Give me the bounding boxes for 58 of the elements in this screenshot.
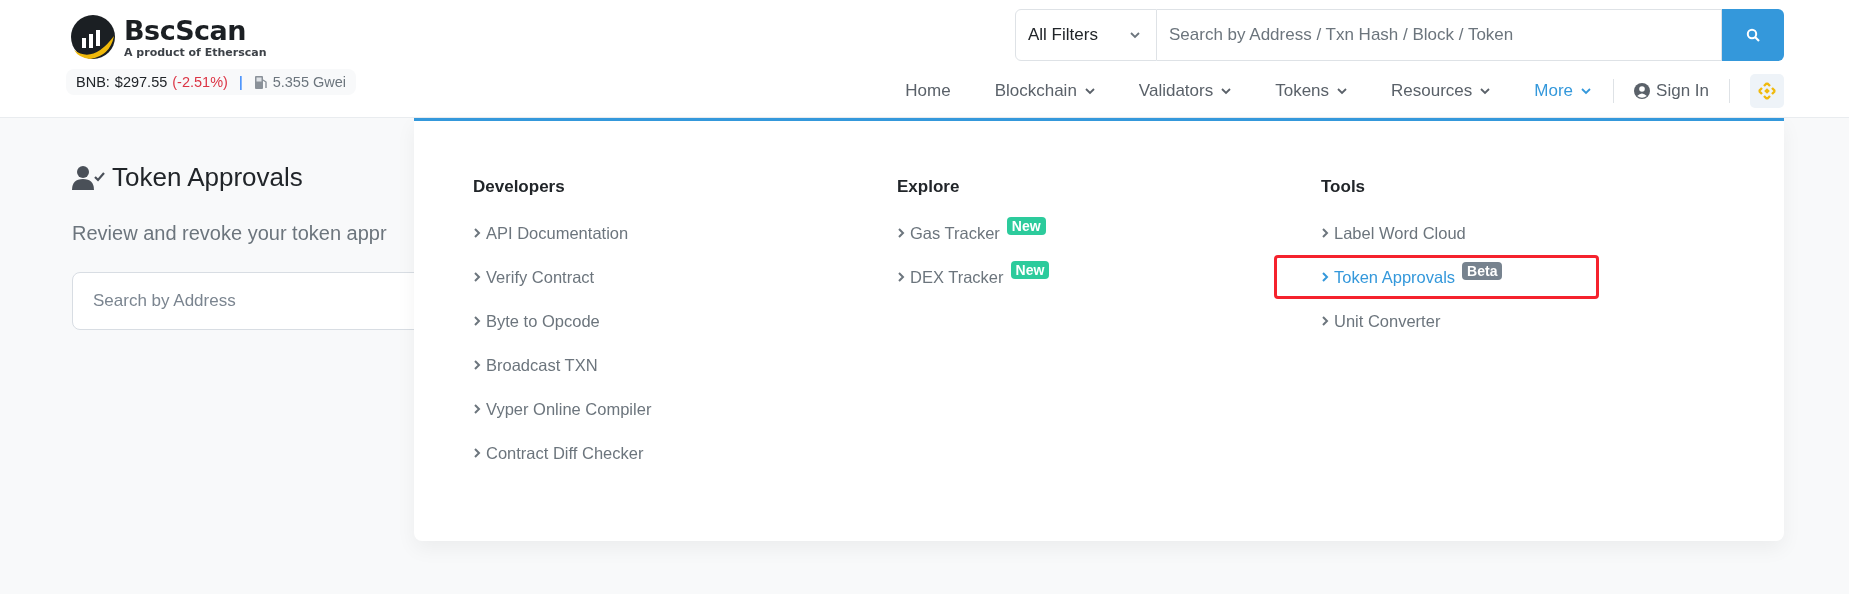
- menu-heading: Explore: [897, 177, 961, 197]
- price-value: $297.55: [114, 74, 168, 90]
- nav-link[interactable]: More: [1512, 81, 1614, 102]
- chevron-icon: [473, 448, 481, 458]
- gas-price: 5.355 Gwei: [272, 74, 346, 90]
- separator: |: [238, 74, 243, 90]
- menu-link[interactable]: DEX Tracker New: [895, 255, 1052, 299]
- brand-name: BscScan: [124, 15, 248, 46]
- page-subtitle: Review and revoke your token appr: [72, 222, 387, 245]
- menu-link[interactable]: Gas Tracker New: [895, 211, 1048, 255]
- logo-icon[interactable]: [70, 14, 116, 60]
- menu-link[interactable]: Vyper Online Compiler: [471, 387, 654, 431]
- diamond-icon: [1757, 81, 1777, 102]
- nav-link[interactable]: Blockchain: [972, 81, 1117, 102]
- caret-icon: [1581, 86, 1592, 97]
- chevron-icon: [1321, 316, 1329, 326]
- caret-icon: [1221, 86, 1232, 97]
- chevron-icon: [1321, 228, 1329, 238]
- menu-link[interactable]: Broadcast TXN: [471, 343, 600, 387]
- chevron-icon: [1321, 272, 1329, 282]
- filter-dropdown[interactable]: All Filters: [1015, 9, 1157, 61]
- menu-link[interactable]: Unit Converter: [1319, 299, 1443, 343]
- nav-link[interactable]: Home: [883, 81, 973, 102]
- chevron-icon: [897, 228, 905, 238]
- badge: New: [1010, 261, 1050, 279]
- gas-pump-icon: [253, 74, 268, 90]
- tagline: A product of Etherscan: [124, 45, 267, 59]
- caret-icon: [1337, 86, 1348, 97]
- chevron-icon: [897, 272, 905, 282]
- page-title: Token Approvals: [112, 162, 303, 193]
- chevron-icon: [473, 404, 481, 414]
- menu-heading: Developers: [473, 177, 566, 197]
- nav-link[interactable]: Resources: [1369, 81, 1513, 102]
- caret-icon: [1084, 86, 1095, 97]
- network-button[interactable]: [1750, 74, 1784, 109]
- search-field[interactable]: Search by Address / Txn Hash / Block / Token: [1157, 9, 1722, 61]
- badge: New: [1006, 217, 1046, 235]
- user-icon: [1634, 83, 1651, 100]
- menu-link[interactable]: Token Approvals Beta: [1274, 255, 1599, 299]
- menu-heading: Tools: [1321, 177, 1367, 197]
- caret-icon: [1130, 29, 1140, 40]
- nav-link[interactable]: Validators: [1116, 81, 1254, 102]
- menu-link[interactable]: API Documentation: [471, 211, 631, 255]
- price-change: (-2.51%): [172, 74, 228, 90]
- badge: Beta: [1462, 262, 1503, 280]
- chevron-icon: [473, 228, 481, 238]
- price-label: BNB:: [76, 74, 110, 90]
- search-icon: [1746, 27, 1760, 42]
- user-check-icon: [72, 164, 106, 191]
- menu-link[interactable]: Label Word Cloud: [1319, 211, 1468, 255]
- chevron-icon: [473, 360, 481, 370]
- nav-link[interactable]: Tokens: [1253, 81, 1370, 102]
- chevron-icon: [473, 316, 481, 326]
- sign-in-link[interactable]: Sign In: [1614, 81, 1729, 102]
- caret-icon: [1480, 86, 1491, 97]
- menu-link[interactable]: Contract Diff Checker: [471, 431, 646, 475]
- search-button[interactable]: [1722, 9, 1784, 61]
- chevron-icon: [473, 272, 481, 282]
